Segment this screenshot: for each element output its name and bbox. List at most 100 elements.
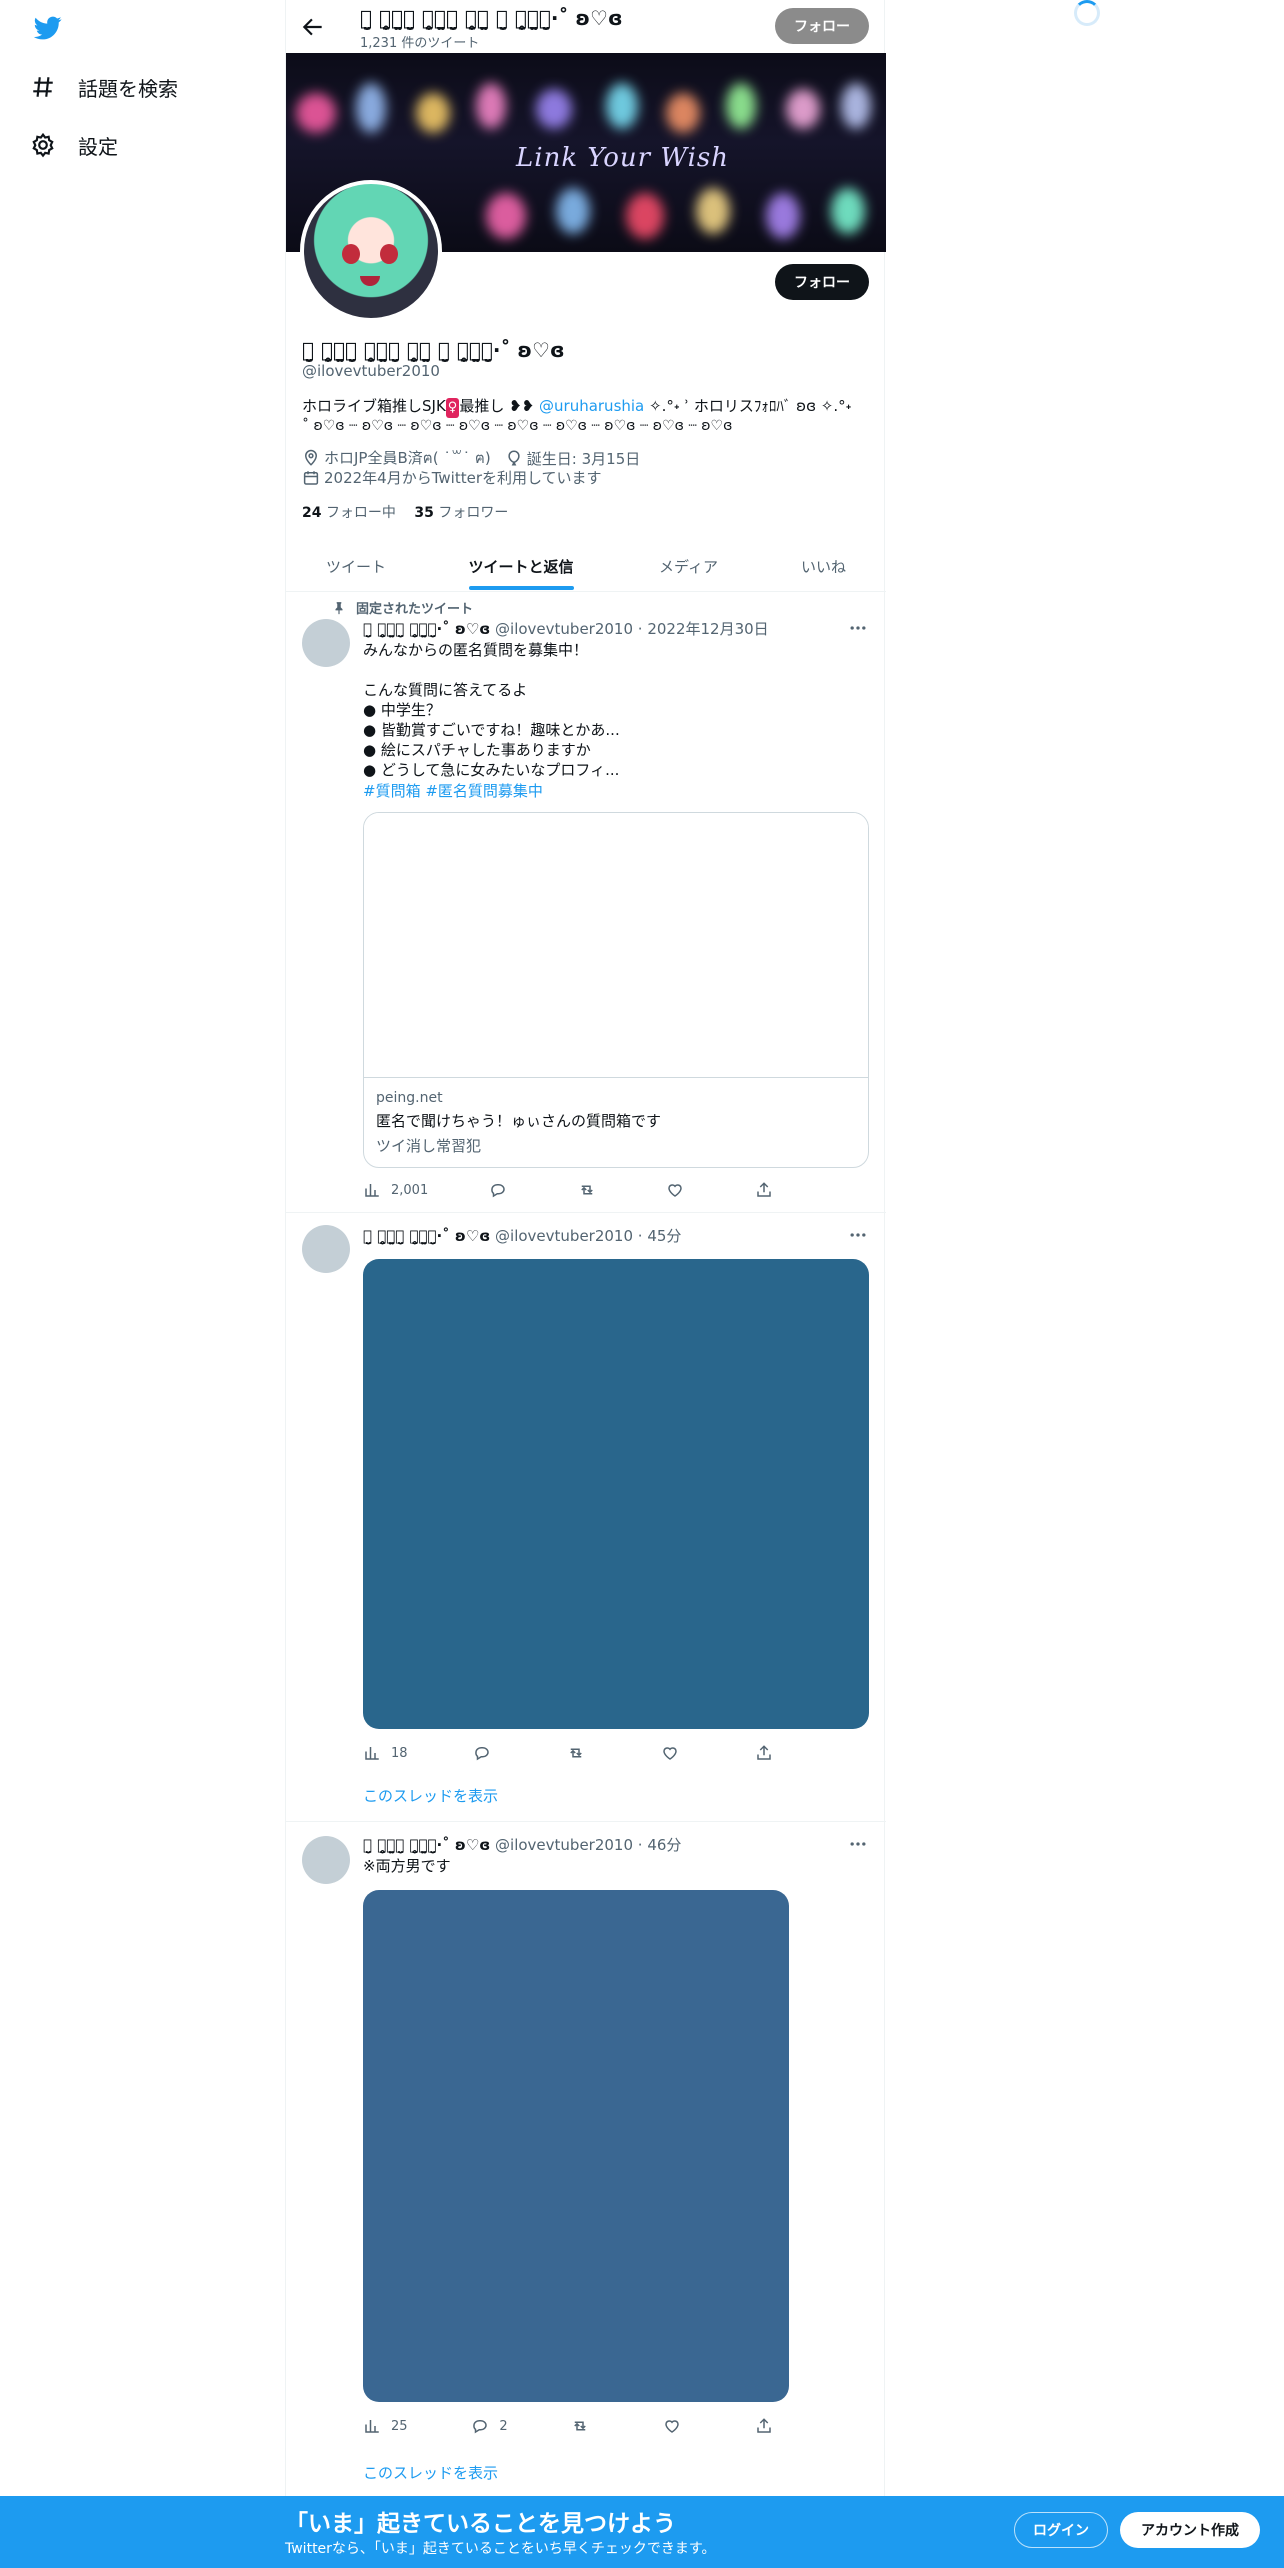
follow-stats: 24 フォロー中 35 フォロワー	[302, 502, 508, 522]
tweet-header: ꪔ̤̮ ꪔ̤̥ꪔ̤̫ꪔ̤̮ ꪔ̤̥ꪔ̤̫ꪔ̤̮·˚ ʚ♡ɞ @ilovevtub…	[363, 1225, 681, 1246]
tweet-actions: 2,001	[363, 1178, 783, 1202]
login-button[interactable]: ログイン	[1014, 2512, 1108, 2548]
reply-button[interactable]: 2	[471, 2414, 508, 2438]
sidebar-item-explore[interactable]: 話題を検索	[30, 67, 178, 107]
header-name: ꪔ̤̮ ꪔ̤̥ꪔ̤̫ꪔ̤̮ ꪔ̤̥ꪔ̤̫ꪔ̤̮ ꪔ̤̥ꪔ̤̫ ꪔ̤̮ ꪔ̤̥ꪔ̤…	[360, 6, 623, 30]
tweet-image[interactable]	[363, 1259, 869, 1729]
share-icon	[757, 1182, 771, 1197]
tweet-text: ※両方男です	[363, 1857, 451, 1875]
show-thread-link[interactable]: このスレッドを表示	[363, 1785, 498, 1806]
more-options-icon[interactable]	[848, 618, 868, 638]
tab-likes[interactable]: いいね	[761, 540, 886, 593]
pinned-label: 固定されたツイート	[356, 602, 474, 617]
reply-icon	[491, 1184, 505, 1198]
link-card-title: 匿名で聞けちゃう！ゅぃさんの質問箱です	[376, 1112, 662, 1130]
avatar[interactable]	[302, 619, 350, 667]
tweet-author-name[interactable]: ꪔ̤̮ ꪔ̤̥ꪔ̤̫ꪔ̤̮ ꪔ̤̥ꪔ̤̫ꪔ̤̮·˚ ʚ♡ɞ	[363, 1227, 490, 1245]
followers-label: フォロワー	[438, 505, 509, 521]
tweet-hashtags[interactable]: #質問箱 #匿名質問募集中	[363, 780, 543, 801]
bio-text: ホロライブ箱推しSJK	[302, 397, 446, 415]
tweet-author-name[interactable]: ꪔ̤̮ ꪔ̤̥ꪔ̤̫ꪔ̤̮ ꪔ̤̥ꪔ̤̫ꪔ̤̮·˚ ʚ♡ɞ	[363, 620, 490, 638]
views-button[interactable]: 25	[363, 2414, 408, 2438]
profile-avatar[interactable]	[300, 180, 442, 322]
profile-column: ꪔ̤̮ ꪔ̤̥ꪔ̤̫ꪔ̤̮ ꪔ̤̥ꪔ̤̫ꪔ̤̮ ꪔ̤̥ꪔ̤̫ ꪔ̤̮ ꪔ̤̥ꪔ̤…	[285, 0, 886, 2500]
like-button[interactable]	[666, 1178, 694, 1202]
like-button[interactable]	[663, 2414, 691, 2438]
retweet-icon	[580, 1185, 593, 1195]
header-follow-button[interactable]: フォロー	[775, 8, 869, 44]
link-card-image	[364, 813, 868, 1078]
sidebar-item-label: 設定	[78, 134, 118, 159]
bio-mention-link[interactable]: @uruharushia	[539, 397, 644, 415]
views-icon	[365, 1747, 379, 1760]
share-button[interactable]	[755, 1741, 783, 1765]
share-icon	[757, 1745, 771, 1760]
avatar[interactable]	[302, 1225, 350, 1273]
reply-icon	[473, 2420, 487, 2434]
views-icon	[365, 2420, 379, 2433]
retweet-button[interactable]	[571, 2414, 599, 2438]
bio-text: 最推し ❥❥	[459, 397, 540, 415]
views-count: 25	[391, 2418, 408, 2434]
tweet-item[interactable]: 固定されたツイート ꪔ̤̮ ꪔ̤̥ꪔ̤̫ꪔ̤̮ ꪔ̤̥ꪔ̤̫ꪔ̤̮·˚ ʚ♡ɞ …	[286, 592, 886, 1212]
more-options-icon[interactable]	[848, 1834, 868, 1854]
tweet-image[interactable]	[363, 1890, 789, 2402]
views-icon	[365, 1184, 379, 1197]
more-options-icon[interactable]	[848, 1225, 868, 1245]
like-button[interactable]	[661, 1741, 689, 1765]
tab-tweets[interactable]: ツイート	[286, 540, 426, 593]
tweet-author-name[interactable]: ꪔ̤̮ ꪔ̤̥ꪔ̤̫ꪔ̤̮ ꪔ̤̥ꪔ̤̫ꪔ̤̮·˚ ʚ♡ɞ	[363, 1836, 490, 1854]
profile-handle: @ilovevtuber2010	[302, 362, 440, 380]
retweet-button[interactable]	[567, 1741, 595, 1765]
twitter-logo-icon[interactable]	[32, 14, 64, 42]
retweet-icon	[574, 2421, 587, 2431]
tweet-header: ꪔ̤̮ ꪔ̤̥ꪔ̤̫ꪔ̤̮ ꪔ̤̥ꪔ̤̫ꪔ̤̮·˚ ʚ♡ɞ @ilovevtub…	[363, 618, 769, 639]
reply-icon	[475, 1747, 490, 1761]
tweet-text: みんなからの匿名質問を募集中！ こんな質問に答えてるよ ● 中学生？ ● 皆勤賞…	[363, 641, 620, 779]
following-link[interactable]: 24 フォロー中	[302, 505, 396, 521]
retweet-button[interactable]	[578, 1178, 606, 1202]
retweet-icon	[570, 1748, 583, 1758]
views-count: 2,001	[391, 1182, 429, 1198]
reply-count: 2	[499, 2418, 508, 2434]
sidebar-item-settings[interactable]: 設定	[30, 125, 118, 165]
pinned-indicator: 固定されたツイート	[332, 598, 473, 617]
link-card[interactable]: peing.net 匿名で聞けちゃう！ゅぃさんの質問箱です ツイ消し常習犯	[363, 812, 869, 1168]
follow-button[interactable]: フォロー	[775, 264, 869, 300]
following-count: 24	[302, 505, 322, 521]
tab-media[interactable]: メディア	[616, 540, 761, 593]
show-thread-link[interactable]: このスレッドを表示	[363, 2462, 498, 2483]
reply-button[interactable]	[473, 1741, 501, 1765]
followers-count: 35	[414, 505, 434, 521]
views-button[interactable]: 18	[363, 1741, 408, 1765]
hashtag-icon	[33, 77, 53, 97]
followers-link[interactable]: 35 フォロワー	[414, 505, 508, 521]
tweet-meta: @ilovevtuber2010 · 2022年12月30日	[495, 620, 769, 638]
share-button[interactable]	[755, 2414, 783, 2438]
views-button[interactable]: 2,001	[363, 1178, 428, 1202]
link-card-description: ツイ消し常習犯	[376, 1137, 482, 1155]
tweet-item[interactable]: ꪔ̤̮ ꪔ̤̥ꪔ̤̫ꪔ̤̮ ꪔ̤̥ꪔ̤̫ꪔ̤̮·˚ ʚ♡ɞ @ilovevtub…	[286, 1213, 886, 1821]
avatar[interactable]	[302, 1836, 350, 1884]
share-button[interactable]	[755, 1178, 783, 1202]
heart-icon	[663, 1747, 677, 1760]
profile-bio: ホロライブ箱推しSJK ♀ 最推し ❥❥ @uruharushia ✧.°˖ ʾ ホ…	[302, 396, 872, 418]
signup-button[interactable]: アカウント作成	[1120, 2512, 1260, 2548]
tweet-meta: @ilovevtuber2010 · 45分	[495, 1227, 682, 1245]
profile-birthday: 誕生日: 3月15日	[526, 449, 641, 468]
back-arrow-icon[interactable]	[300, 14, 326, 40]
balloon-icon	[508, 450, 520, 466]
share-icon	[757, 2418, 771, 2433]
reply-button[interactable]	[489, 1178, 517, 1202]
heart-icon	[668, 1184, 683, 1197]
tweet-meta: @ilovevtuber2010 · 46分	[495, 1836, 682, 1854]
location-icon	[304, 449, 318, 466]
signup-banner-subtitle: Twitterなら、「いま」起きていることをいち早くチェックできます。	[285, 2541, 716, 2557]
profile-joined-row: 2022年4月からTwitterを利用しています	[302, 467, 602, 488]
profile-display-name: ꪔ̤̮ ꪔ̤̥ꪔ̤̫ꪔ̤̮ ꪔ̤̥ꪔ̤̫ꪔ̤̮ ꪔ̤̥ꪔ̤̫ ꪔ̤̮ ꪔ̤̥ꪔ̤…	[302, 338, 565, 362]
heart-icon	[665, 2420, 679, 2433]
tweet-item[interactable]: ꪔ̤̮ ꪔ̤̥ꪔ̤̫ꪔ̤̮ ꪔ̤̥ꪔ̤̫ꪔ̤̮·˚ ʚ♡ɞ @ilovevtub…	[286, 1822, 886, 2492]
profile-joined: 2022年4月からTwitterを利用しています	[324, 469, 602, 487]
tweet-header: ꪔ̤̮ ꪔ̤̥ꪔ̤̫ꪔ̤̮ ꪔ̤̥ꪔ̤̫ꪔ̤̮·˚ ʚ♡ɞ @ilovevtub…	[363, 1834, 681, 1855]
bio-text: ✧.°˖ ʾ ホロリスﾌｫﾛﾊﾞ ʚɞ ✧.°˖	[644, 397, 852, 415]
